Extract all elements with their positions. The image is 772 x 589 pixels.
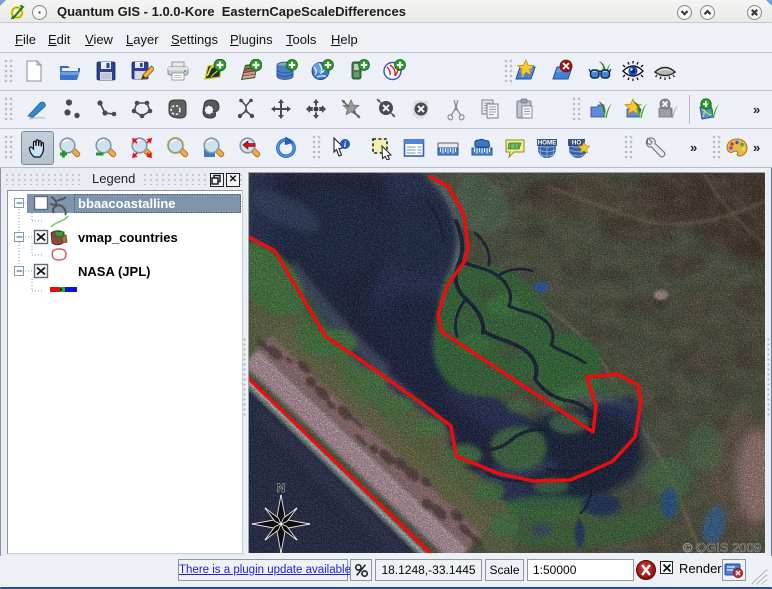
- svg-text:© QGIS 2009: © QGIS 2009: [683, 540, 761, 553]
- svg-text:N: N: [277, 481, 286, 495]
- svg-text:HO: HO: [572, 140, 581, 147]
- svg-text:HOME: HOME: [538, 140, 557, 147]
